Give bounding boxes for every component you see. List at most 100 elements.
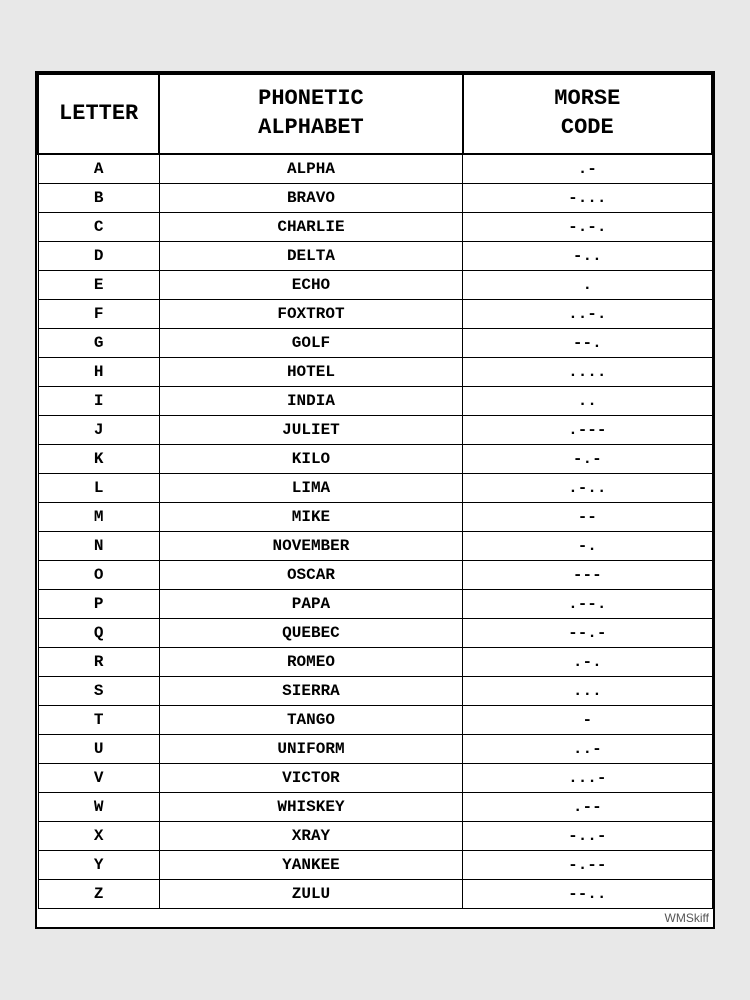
cell-letter: I: [38, 386, 159, 415]
cell-phonetic: QUEBEC: [159, 618, 462, 647]
cell-letter: L: [38, 473, 159, 502]
cell-phonetic: KILO: [159, 444, 462, 473]
cell-morse: -..: [463, 241, 712, 270]
cell-morse: ..-: [463, 734, 712, 763]
cell-phonetic: GOLF: [159, 328, 462, 357]
cell-phonetic: SIERRA: [159, 676, 462, 705]
table-row: JJULIET.---: [38, 415, 712, 444]
cell-letter: Y: [38, 850, 159, 879]
cell-morse: ....: [463, 357, 712, 386]
table-row: EECHO.: [38, 270, 712, 299]
cell-phonetic: VICTOR: [159, 763, 462, 792]
cell-morse: .-: [463, 154, 712, 184]
cell-phonetic: YANKEE: [159, 850, 462, 879]
cell-letter: O: [38, 560, 159, 589]
table-row: AALPHA.-: [38, 154, 712, 184]
cell-letter: Q: [38, 618, 159, 647]
cell-letter: H: [38, 357, 159, 386]
cell-letter: B: [38, 183, 159, 212]
morse-code-table: LETTER PHONETICALPHABET MORSECODE AALPHA…: [37, 73, 713, 908]
cell-phonetic: WHISKEY: [159, 792, 462, 821]
cell-morse: -.--: [463, 850, 712, 879]
cell-letter: X: [38, 821, 159, 850]
cell-phonetic: XRAY: [159, 821, 462, 850]
cell-phonetic: CHARLIE: [159, 212, 462, 241]
table-row: RROMEO.-.: [38, 647, 712, 676]
cell-phonetic: UNIFORM: [159, 734, 462, 763]
cell-morse: ..-.: [463, 299, 712, 328]
cell-letter: V: [38, 763, 159, 792]
cell-letter: P: [38, 589, 159, 618]
cell-letter: R: [38, 647, 159, 676]
table-row: PPAPA.--.: [38, 589, 712, 618]
cell-phonetic: ZULU: [159, 879, 462, 908]
cell-letter: U: [38, 734, 159, 763]
cell-morse: ---: [463, 560, 712, 589]
header-phonetic: PHONETICALPHABET: [159, 74, 462, 153]
cell-phonetic: INDIA: [159, 386, 462, 415]
cell-morse: -.-.: [463, 212, 712, 241]
cell-phonetic: MIKE: [159, 502, 462, 531]
cell-letter: J: [38, 415, 159, 444]
cell-phonetic: DELTA: [159, 241, 462, 270]
main-container: LETTER PHONETICALPHABET MORSECODE AALPHA…: [35, 71, 715, 928]
cell-letter: S: [38, 676, 159, 705]
cell-letter: K: [38, 444, 159, 473]
table-row: ZZULU--..: [38, 879, 712, 908]
cell-phonetic: ALPHA: [159, 154, 462, 184]
cell-letter: C: [38, 212, 159, 241]
cell-morse: ...-: [463, 763, 712, 792]
cell-letter: E: [38, 270, 159, 299]
cell-letter: G: [38, 328, 159, 357]
table-row: TTANGO-: [38, 705, 712, 734]
cell-phonetic: PAPA: [159, 589, 462, 618]
cell-morse: .--: [463, 792, 712, 821]
header-letter: LETTER: [38, 74, 159, 153]
cell-morse: --..: [463, 879, 712, 908]
cell-morse: -..-: [463, 821, 712, 850]
cell-phonetic: TANGO: [159, 705, 462, 734]
cell-morse: -...: [463, 183, 712, 212]
cell-phonetic: LIMA: [159, 473, 462, 502]
table-row: DDELTA-..: [38, 241, 712, 270]
table-row: FFOXTROT..-.: [38, 299, 712, 328]
table-row: VVICTOR...-: [38, 763, 712, 792]
cell-phonetic: ECHO: [159, 270, 462, 299]
cell-phonetic: BRAVO: [159, 183, 462, 212]
cell-letter: M: [38, 502, 159, 531]
cell-phonetic: ROMEO: [159, 647, 462, 676]
cell-morse: .--.: [463, 589, 712, 618]
table-row: NNOVEMBER-.: [38, 531, 712, 560]
table-row: UUNIFORM..-: [38, 734, 712, 763]
watermark: WMSkiff: [37, 909, 713, 927]
cell-letter: W: [38, 792, 159, 821]
table-row: KKILO-.-: [38, 444, 712, 473]
cell-letter: A: [38, 154, 159, 184]
header-morse: MORSECODE: [463, 74, 712, 153]
cell-letter: Z: [38, 879, 159, 908]
cell-letter: N: [38, 531, 159, 560]
cell-morse: -.: [463, 531, 712, 560]
table-row: SSIERRA...: [38, 676, 712, 705]
cell-letter: D: [38, 241, 159, 270]
cell-letter: F: [38, 299, 159, 328]
cell-phonetic: FOXTROT: [159, 299, 462, 328]
table-row: YYANKEE-.--: [38, 850, 712, 879]
cell-morse: -.-: [463, 444, 712, 473]
cell-morse: --: [463, 502, 712, 531]
table-row: IINDIA..: [38, 386, 712, 415]
cell-phonetic: NOVEMBER: [159, 531, 462, 560]
cell-morse: ..: [463, 386, 712, 415]
cell-morse: .-..: [463, 473, 712, 502]
table-row: CCHARLIE-.-.: [38, 212, 712, 241]
table-row: HHOTEL....: [38, 357, 712, 386]
table-row: XXRAY-..-: [38, 821, 712, 850]
cell-phonetic: HOTEL: [159, 357, 462, 386]
cell-letter: T: [38, 705, 159, 734]
table-row: LLIMA.-..: [38, 473, 712, 502]
table-row: BBRAVO-...: [38, 183, 712, 212]
cell-morse: ...: [463, 676, 712, 705]
table-row: OOSCAR---: [38, 560, 712, 589]
cell-morse: -: [463, 705, 712, 734]
cell-morse: --.-: [463, 618, 712, 647]
